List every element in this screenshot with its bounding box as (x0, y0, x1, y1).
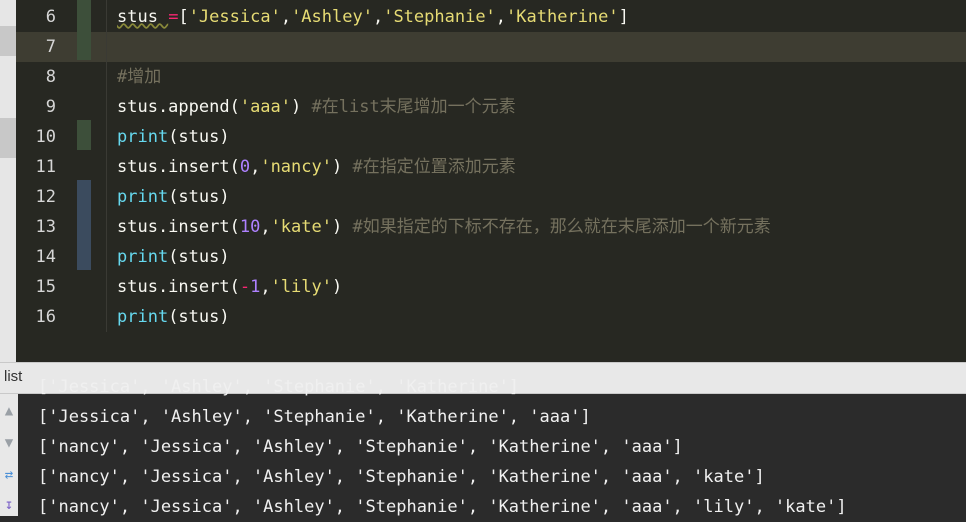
run-tab-title[interactable]: list (4, 368, 22, 385)
code-text: stus =['Jessica','Ashley','Stephanie','K… (117, 2, 629, 32)
code-token: #如果指定的下标不存在，那么就在末尾添加一个新元素 (352, 217, 771, 237)
code-token: , (260, 277, 271, 297)
code-token: , (372, 7, 384, 27)
code-token: 0 (239, 157, 251, 177)
code-token: #增加 (117, 67, 162, 87)
code-token: [ (178, 7, 189, 27)
code-token: (stus) (168, 247, 230, 267)
code-text: print(stus) (117, 302, 230, 332)
code-token: 1 (250, 277, 261, 297)
line-number: 8 (45, 67, 56, 87)
code-line[interactable]: 11 stus.insert(0,'nancy') #在指定位置添加元素 (16, 152, 966, 182)
scroll-marker (0, 118, 16, 158)
code-text: stus.append('aaa') #在list末尾增加一个元素 (117, 92, 516, 122)
code-line[interactable]: 8 #增加 (16, 62, 966, 92)
line-number: 12 (35, 187, 56, 207)
code-token: , (250, 157, 261, 177)
code-text: stus.insert(10,'kate') #如果指定的下标不存在，那么就在末… (117, 212, 771, 242)
code-text: print(stus) (117, 182, 230, 212)
code-text: print(stus) (117, 242, 230, 272)
code-token: ) (331, 157, 353, 177)
line-number: 6 (45, 7, 56, 27)
console-output-line: ['nancy', 'Jessica', 'Ashley', 'Stephani… (38, 497, 847, 517)
code-token: ) (332, 277, 343, 297)
run-toolbar: ▲ ▼ ⇄ ↧ (0, 394, 18, 516)
code-token: (stus) (168, 187, 230, 207)
code-token: 10 (239, 217, 261, 237)
line-number: 13 (35, 217, 56, 237)
code-line[interactable]: 16 print(stus) (16, 302, 966, 332)
code-token: ) (291, 97, 312, 117)
code-token: #在指定位置添加元素 (352, 157, 516, 177)
code-text: stus.insert(0,'nancy') #在指定位置添加元素 (117, 152, 516, 182)
code-line[interactable]: 13 stus.insert(10,'kate') #如果指定的下标不存在，那么就… (16, 212, 966, 242)
code-line[interactable]: 10 print(stus) (16, 122, 966, 152)
code-editor[interactable]: 6 stus =['Jessica','Ashley','Stephanie','… (0, 0, 966, 362)
code-token: , (260, 217, 271, 237)
code-token: stus (117, 7, 169, 27)
code-line[interactable]: 12 print(stus) (16, 182, 966, 212)
code-token: 'aaa' (239, 97, 292, 117)
console-output-line: ['nancy', 'Jessica', 'Ashley', 'Stephani… (38, 437, 683, 457)
console-output-line: ['Jessica', 'Ashley', 'Stephanie', 'Kath… (38, 377, 520, 397)
code-text: stus.insert(-1,'lily') (117, 272, 342, 302)
code-token: 'Katherine' (506, 7, 619, 27)
code-token: (stus) (168, 307, 230, 327)
code-line[interactable]: 9 stus.append('aaa') #在list末尾增加一个元素 (16, 92, 966, 122)
console-output-line: ['Jessica', 'Ashley', 'Stephanie', 'Kath… (38, 407, 591, 427)
code-token: stus.insert( (117, 277, 240, 297)
code-token: 'kate' (270, 217, 332, 237)
code-line[interactable]: 15 stus.insert(-1,'lily') (16, 272, 966, 302)
run-console[interactable]: ▲ ▼ ⇄ ↧ ['Jessica', 'Ashley', 'Stephanie… (0, 377, 966, 517)
code-token: , (495, 7, 507, 27)
code-line[interactable]: 7 (16, 32, 966, 62)
code-token: 'Stephanie' (383, 7, 496, 27)
arrow-down-icon[interactable]: ▼ (0, 432, 18, 454)
console-output-line: ['nancy', 'Jessica', 'Ashley', 'Stephani… (38, 467, 765, 487)
code-token: print (117, 187, 169, 207)
code-token: 'nancy' (260, 157, 332, 177)
line-number: 7 (45, 37, 56, 57)
code-token: 'lily' (270, 277, 332, 297)
vcs-change-marker (77, 0, 91, 60)
code-token: #在list末尾增加一个元素 (311, 97, 516, 117)
current-line-marker (0, 26, 16, 56)
code-line[interactable]: 6 stus =['Jessica','Ashley','Stephanie','… (16, 2, 966, 32)
code-token: print (117, 307, 169, 327)
vcs-change-marker (77, 120, 91, 150)
code-token: , (280, 7, 292, 27)
indent-guide (106, 0, 107, 332)
code-token: print (117, 247, 169, 267)
code-token: ) (331, 217, 353, 237)
line-number: 10 (35, 127, 56, 147)
code-token: print (117, 127, 169, 147)
code-token: stus.insert( (117, 217, 240, 237)
line-number: 11 (35, 157, 56, 177)
code-token: 'Jessica' (188, 7, 281, 27)
line-number: 14 (35, 247, 56, 267)
code-token: = (168, 7, 179, 27)
code-text: print(stus) (117, 122, 230, 152)
code-text: #增加 (117, 62, 161, 92)
code-token: ] (618, 7, 629, 27)
soft-wrap-icon[interactable]: ⇄ (0, 464, 18, 486)
code-token: - (239, 277, 251, 297)
code-token: 'Ashley' (291, 7, 373, 27)
vcs-modified-marker (77, 180, 91, 270)
editor-side-strip (0, 0, 16, 362)
code-line[interactable]: 14 print(stus) (16, 242, 966, 272)
code-token: stus.append( (117, 97, 240, 117)
line-number: 16 (35, 307, 56, 327)
code-token: (stus) (168, 127, 230, 147)
code-token: stus.insert( (117, 157, 240, 177)
line-number: 9 (45, 97, 56, 117)
line-number: 15 (35, 277, 56, 297)
scroll-to-end-icon[interactable]: ↧ (0, 494, 18, 516)
arrow-up-icon[interactable]: ▲ (0, 400, 18, 422)
